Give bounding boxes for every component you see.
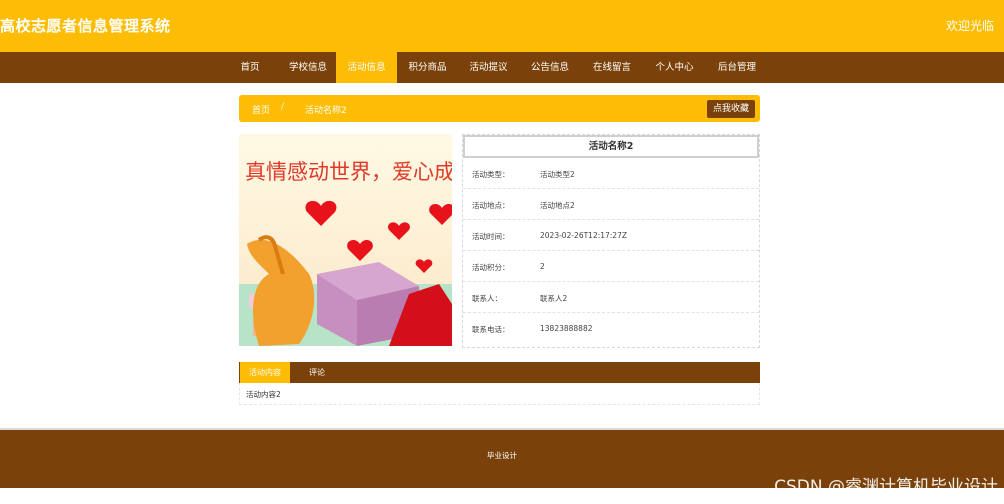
nav-item-announcements[interactable]: 公告信息 [519, 52, 581, 83]
detail-value: 联系人2 [540, 294, 568, 303]
nav-item-activity-proposal[interactable]: 活动提议 [458, 52, 519, 83]
detail-row-contact: 联系人： 联系人2 [463, 282, 759, 313]
footer-text: 毕业设计 [487, 451, 517, 460]
activity-detail-panel: 活动名称2 活动类型： 活动类型2 活动地点： 活动地点2 活动时间： 2023… [462, 134, 760, 348]
detail-label: 活动积分： [472, 263, 510, 272]
tab-comments[interactable]: 评论 [297, 362, 337, 383]
detail-row-type: 活动类型： 活动类型2 [463, 158, 759, 189]
detail-row-phone: 联系电话： 13823888882 [463, 313, 759, 344]
nav-item-personal-center[interactable]: 个人中心 [643, 52, 706, 83]
detail-row-location: 活动地点： 活动地点2 [463, 189, 759, 220]
header: 高校志愿者信息管理系统 欢迎光临 [0, 0, 1004, 52]
activity-poster-image: 真情感动世界，爱心成 [239, 134, 452, 346]
welcome-text: 欢迎光临 [945, 19, 994, 33]
activity-title: 活动名称2 [463, 135, 759, 158]
main-nav: 首页 学校信息 活动信息 积分商品 活动提议 公告信息 在线留言 个人中心 后台… [0, 52, 1004, 83]
nav-item-admin[interactable]: 后台管理 [706, 52, 768, 83]
detail-value: 2 [540, 262, 545, 271]
detail-label: 联系人： [472, 294, 502, 303]
detail-row-time: 活动时间： 2023-02-26T12:17:27Z [463, 220, 759, 251]
nav-item-online-message[interactable]: 在线留言 [581, 52, 643, 83]
tab-activity-content[interactable]: 活动内容 [240, 362, 290, 383]
poster-slogan: 真情感动世界，爱心成 [245, 160, 452, 184]
breadcrumb-current: 活动名称2 [305, 106, 347, 116]
tab-content-panel: 活动内容2 [239, 383, 760, 405]
detail-row-points: 活动积分： 2 [463, 251, 759, 282]
favorite-button[interactable]: 点我收藏 [706, 100, 755, 118]
content-tabs: 活动内容 评论 [239, 362, 760, 383]
site-title: 高校志愿者信息管理系统 [0, 17, 171, 35]
nav-item-activity-info[interactable]: 活动信息 [336, 52, 397, 83]
detail-label: 活动地点： [472, 201, 510, 210]
detail-value: 13823888882 [540, 324, 593, 333]
detail-value: 2023-02-26T12:17:27Z [540, 231, 627, 240]
detail-value: 活动地点2 [540, 201, 575, 210]
nav-item-points-goods[interactable]: 积分商品 [397, 52, 458, 83]
breadcrumb: 首页 / 活动名称2 点我收藏 [239, 95, 760, 122]
breadcrumb-separator: / [281, 102, 285, 112]
nav-item-school-info[interactable]: 学校信息 [280, 52, 336, 83]
watermark-text: CSDN @睿渊计算机毕业设计 [774, 477, 998, 497]
detail-label: 联系电话： [472, 325, 510, 334]
breadcrumb-home[interactable]: 首页 [252, 103, 270, 116]
detail-label: 活动类型： [472, 170, 510, 179]
poster-illustration: 真情感动世界，爱心成 [239, 134, 452, 346]
detail-value: 活动类型2 [540, 170, 575, 179]
nav-item-home[interactable]: 首页 [220, 52, 280, 83]
activity-content-text: 活动内容2 [246, 390, 281, 399]
detail-label: 活动时间： [472, 232, 510, 241]
